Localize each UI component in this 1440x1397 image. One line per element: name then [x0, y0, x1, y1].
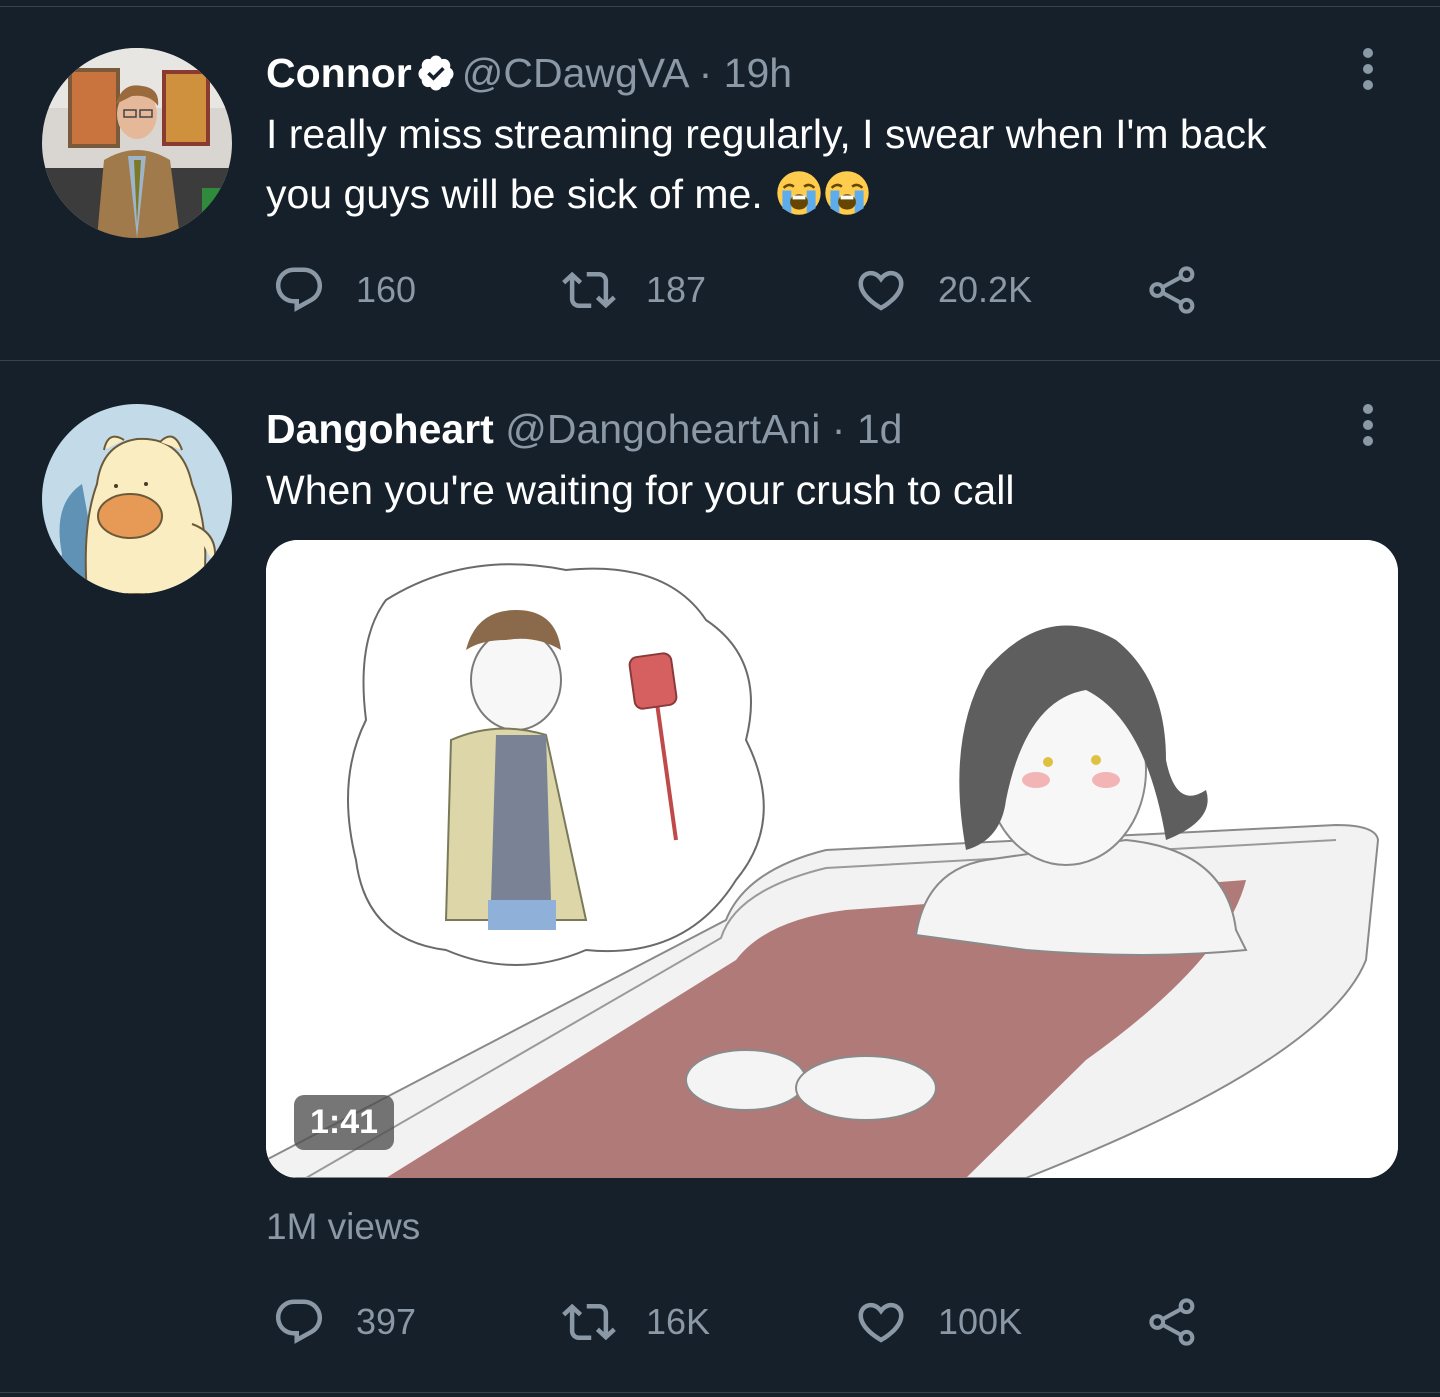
more-options-icon[interactable] — [1348, 44, 1388, 94]
share-button[interactable] — [1146, 262, 1200, 318]
verified-badge-icon — [418, 55, 454, 91]
share-button[interactable] — [1146, 1294, 1200, 1350]
heart-icon — [858, 270, 904, 311]
video-thumbnail-illustration — [266, 540, 1398, 1178]
divider-bottom — [0, 1392, 1440, 1393]
avatar-connor-image — [42, 48, 232, 238]
reply-icon — [275, 267, 323, 312]
like-count: 100K — [938, 1301, 1023, 1342]
retweet-button[interactable]: 187 — [562, 262, 706, 318]
video-duration-badge: 1:41 — [294, 1095, 395, 1150]
timestamp[interactable]: 19h — [724, 50, 792, 96]
tweet-text-line1: I really miss streaming regularly, I swe… — [266, 111, 1267, 157]
loudly-crying-face-icon — [825, 171, 869, 215]
like-button[interactable]: 20.2K — [854, 262, 1032, 318]
like-button[interactable]: 100K — [854, 1294, 1022, 1350]
avatar-dangoheart-image — [42, 404, 232, 594]
tweet-connor[interactable]: Connor @CDawgVA · 19h I really miss stre… — [0, 0, 1440, 360]
retweet-count: 16K — [646, 1301, 711, 1342]
retweet-icon — [562, 271, 616, 309]
reply-count: 160 — [356, 269, 417, 310]
reply-button[interactable]: 160 — [272, 262, 416, 318]
avatar-dangoheart[interactable] — [42, 404, 232, 594]
separator-dot: · — [831, 406, 846, 452]
video-player[interactable]: 1:41 — [266, 540, 1398, 1178]
timeline-feed: Connor @CDawgVA · 19h I really miss stre… — [0, 0, 1440, 1397]
share-icon — [1149, 1298, 1195, 1346]
retweet-button[interactable]: 16K — [562, 1294, 710, 1350]
separator-dot: · — [698, 50, 713, 96]
timestamp[interactable]: 1d — [857, 406, 903, 452]
handle[interactable]: @DangoheartAni — [505, 406, 820, 452]
loudly-crying-face-icon — [777, 171, 821, 215]
tweet-header: Connor @CDawgVA · 19h — [266, 48, 792, 98]
tweet-text-line2-text: you guys will be sick of me. — [266, 171, 763, 217]
heart-icon — [858, 1302, 904, 1343]
tweet-text: When you're waiting for your crush to ca… — [266, 467, 1015, 513]
reply-count: 397 — [356, 1301, 417, 1342]
handle[interactable]: @CDawgVA — [462, 50, 687, 96]
share-icon — [1149, 266, 1195, 314]
view-count: 1M views — [266, 1206, 421, 1247]
avatar-connor[interactable] — [42, 48, 232, 238]
like-count: 20.2K — [938, 269, 1033, 310]
tweet-text: I really miss streaming regularly, I swe… — [266, 104, 1386, 224]
retweet-icon — [562, 1303, 616, 1341]
display-name[interactable]: Dangoheart — [266, 406, 494, 452]
reply-icon — [275, 1299, 323, 1344]
display-name[interactable]: Connor — [266, 50, 412, 96]
retweet-count: 187 — [646, 269, 707, 310]
more-options-icon[interactable] — [1348, 400, 1388, 450]
tweet-text-line2: you guys will be sick of me. — [266, 164, 1386, 224]
reply-button[interactable]: 397 — [272, 1294, 416, 1350]
tweet-header: Dangoheart @DangoheartAni · 1d — [266, 404, 902, 454]
